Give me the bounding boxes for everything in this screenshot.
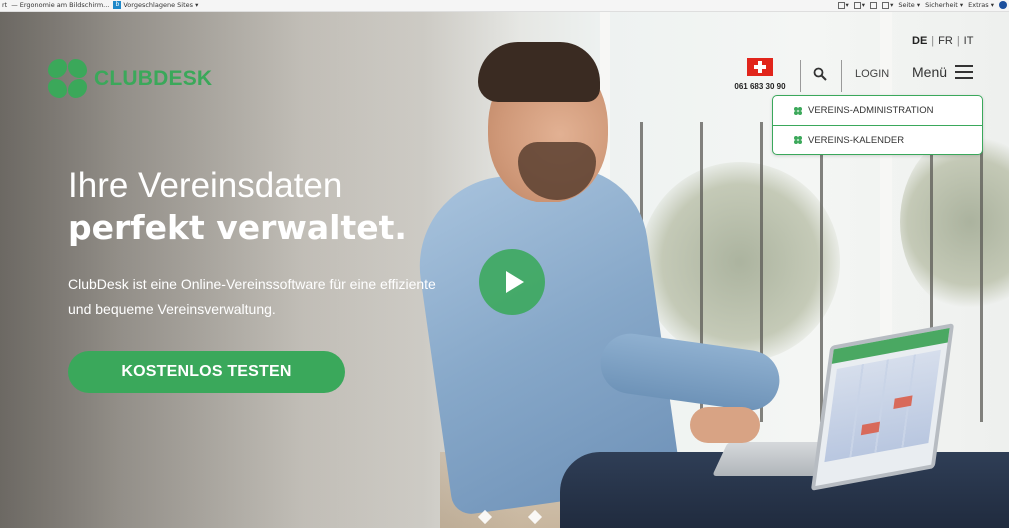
language-de[interactable]: DE [912,35,927,47]
clover-icon [794,136,802,144]
favorite-item[interactable]: rt [2,1,7,9]
nav-divider [841,60,842,92]
hamburger-icon [955,65,974,79]
browser-favorites-bar: rt — Ergonomie am Bildschirm... b Vorges… [0,0,1009,12]
language-it[interactable]: IT [964,35,974,47]
railing-bar [980,122,983,422]
login-dropdown: VEREINS-ADMINISTRATION VEREINS-KALENDER [772,95,983,155]
play-video-button[interactable] [479,249,545,315]
hero-subtext: ClubDesk ist eine Online-Vereinssoftware… [68,276,436,317]
menu-button[interactable]: Menü [912,64,974,80]
favorite-suggested-sites-label: Vorgeschlagene Sites ▾ [123,1,199,9]
phone-number: 061 683 30 90 [734,82,786,91]
clover-leaf [68,79,87,98]
slider-indicator[interactable] [527,509,543,525]
favorite-ergonomie-label: Ergonomie am Bildschirm... [19,1,110,9]
login-link[interactable]: LOGIN [855,68,889,80]
browser-toolbar: ▾ ▾ ▾ Seite ▾ Sicherheit ▾ Extras ▾ [837,1,1007,9]
dropdown-item-label: VEREINS-KALENDER [808,134,905,146]
phone-contact[interactable]: 061 683 30 90 [730,58,790,91]
home-tool-arrow: ▾ [845,1,849,9]
laptop-screen [810,323,955,491]
favorite-suggested-sites[interactable]: b Vorgeschlagene Sites ▾ [113,1,198,9]
slider-indicator[interactable] [477,509,493,525]
railing-bar [820,122,823,422]
security-menu[interactable]: Sicherheit ▾ [925,1,963,9]
hero-headline-line1: Ihre Vereinsdaten [68,166,343,205]
menu-label: Menü [912,64,948,80]
extras-menu[interactable]: Extras ▾ [968,1,994,9]
play-icon [505,271,524,293]
clover-icon [48,59,88,99]
laptop-screen-calendar [824,349,941,463]
feeds-icon [853,1,861,9]
suggested-sites-icon: b [113,1,122,9]
help-icon[interactable] [999,1,1007,9]
logo-text: CLUBDESK [94,67,213,90]
favorites-list: rt — Ergonomie am Bildschirm... b Vorges… [2,1,198,9]
hero-headline-line2: perfekt verwaltet. [68,208,407,247]
nav-divider [800,60,801,92]
background-tree [900,132,1009,312]
person-hand [690,407,760,443]
swiss-flag-icon [747,58,773,76]
language-separator: | [956,35,960,47]
clover-leaf [68,59,87,78]
print-tool-arrow: ▾ [890,1,894,9]
feeds-tool-arrow: ▾ [861,1,866,9]
language-fr[interactable]: FR [938,35,953,47]
feeds-tool[interactable]: ▾ [853,1,866,9]
clover-leaf [48,59,67,78]
dropdown-item-vereins-administration[interactable]: VEREINS-ADMINISTRATION [773,96,982,125]
background-tree [640,162,840,362]
home-icon [837,1,845,9]
clover-icon [794,106,802,115]
clover-leaf [48,79,67,98]
home-tool[interactable]: ▾ [837,1,849,9]
free-trial-button[interactable]: KOSTENLOS TESTEN [68,351,345,393]
language-switcher: DE | FR | IT [912,35,973,47]
favorite-ergonomie[interactable]: — Ergonomie am Bildschirm... [11,1,109,9]
print-icon [882,1,890,9]
dropdown-item-label: VEREINS-ADMINISTRATION [808,105,934,116]
person-hair [478,42,600,102]
slider-indicators [477,509,543,525]
language-separator: | [931,35,935,47]
print-tool[interactable]: ▾ [882,1,893,9]
dropdown-item-vereins-kalender[interactable]: VEREINS-KALENDER [773,125,982,154]
dash-icon: — [11,1,18,9]
mail-icon[interactable] [870,1,878,9]
page-menu[interactable]: Seite ▾ [898,1,920,9]
search-icon[interactable] [813,67,827,81]
clubdesk-logo[interactable]: CLUBDESK [48,59,212,99]
